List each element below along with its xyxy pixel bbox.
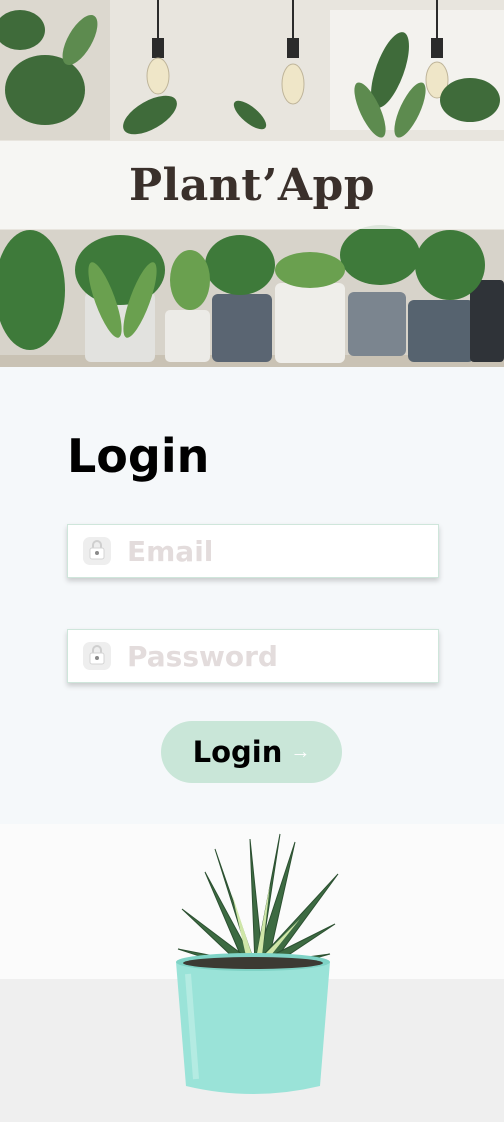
hero-banner: Plant’App [0,0,504,367]
email-input[interactable] [127,534,397,568]
lock-icon [83,642,111,670]
login-button-label: Login [192,735,283,769]
app-title: Plant’App [128,159,376,211]
password-input[interactable] [127,639,397,673]
login-panel: Login Login → [0,367,504,824]
login-button[interactable]: Login → [161,721,342,783]
login-heading: Login [67,429,210,483]
arrow-right-icon: → [290,740,311,763]
succulent-illustration [0,824,504,1122]
lock-icon [83,537,111,565]
title-band: Plant’App [0,141,504,229]
password-field[interactable] [67,629,439,683]
succulent-image [0,824,504,1122]
email-field[interactable] [67,524,439,578]
